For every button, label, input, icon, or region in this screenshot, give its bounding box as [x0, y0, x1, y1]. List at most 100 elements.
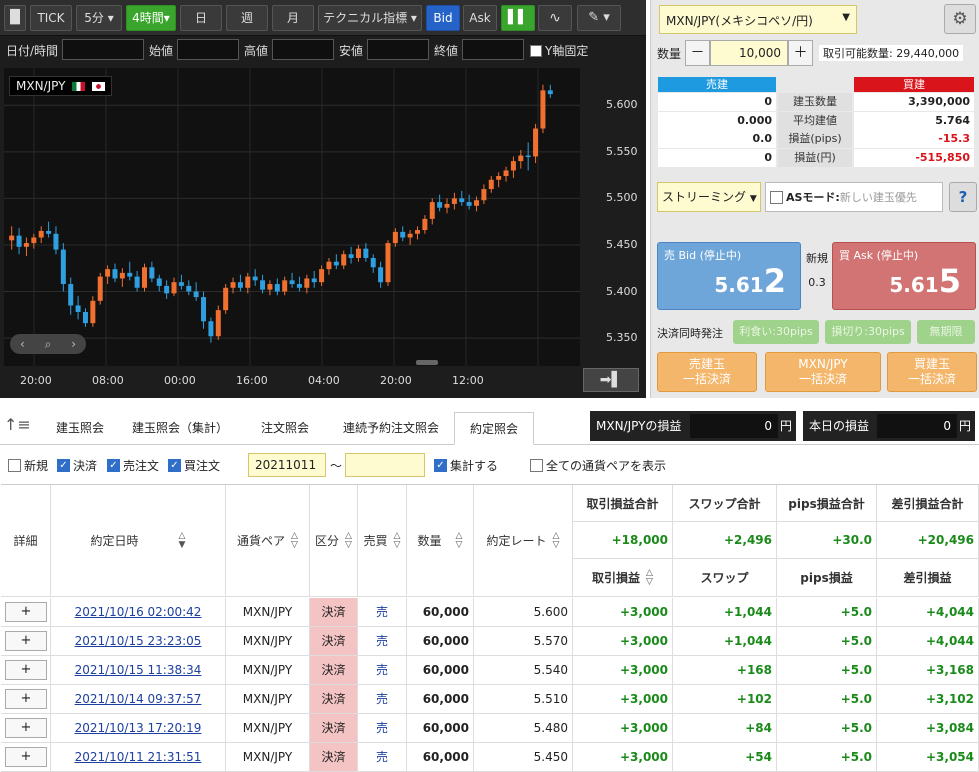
sort-icon[interactable]: △ ▽: [456, 531, 463, 550]
ylock-checkbox-box[interactable]: [530, 44, 542, 57]
expand-detail-button[interactable]: +: [5, 747, 47, 767]
candle-body: [437, 202, 443, 208]
day-button[interactable]: 日: [180, 5, 222, 31]
execution-date-link[interactable]: 2021/10/14 09:37:57: [51, 685, 226, 713]
technical-indicator-select[interactable]: テクニカル指標 ▾: [318, 5, 422, 31]
quantity-label: 数量: [657, 47, 682, 61]
bid-price-box[interactable]: 売 Bid (停止中) 5.612: [657, 242, 801, 310]
interval-5min-select[interactable]: 5分 ▾: [76, 5, 122, 31]
buy-filter-box[interactable]: ✓: [168, 459, 181, 472]
quantity-input[interactable]: 10,000: [710, 40, 788, 66]
gear-icon[interactable]: ⚙: [944, 4, 976, 34]
all-pairs-checkbox[interactable]: 全ての通貨ペアを表示: [530, 457, 666, 474]
stop-loss-button[interactable]: 損切り:30pips: [825, 320, 911, 344]
today-pl-box: 本日の損益 0 円: [803, 411, 975, 441]
aggregate-checkbox[interactable]: ✓ 集計する: [434, 457, 498, 474]
unlimited-button[interactable]: 無期限: [917, 320, 975, 344]
execution-date-link[interactable]: 2021/10/13 17:20:19: [51, 714, 226, 742]
scroll-right-icon[interactable]: ›: [71, 337, 76, 351]
sell-filter-checkbox[interactable]: ✓ 売注文: [107, 457, 159, 474]
candle-body: [415, 230, 420, 234]
interval-4h-select[interactable]: 4時間▾: [126, 5, 176, 31]
as-mode-checkbox[interactable]: [770, 190, 783, 204]
sub-header[interactable]: 取引損益 △ ▽: [573, 559, 673, 597]
pair-select[interactable]: MXN/JPY(メキシコペソ/円) ▼: [659, 5, 857, 34]
zoom-search-icon[interactable]: ⌕: [45, 337, 52, 352]
candle-body: [53, 233, 59, 250]
aggregate-box[interactable]: ✓: [434, 459, 447, 472]
execution-date-link[interactable]: 2021/10/11 21:31:51: [51, 743, 226, 771]
expand-detail-button[interactable]: +: [5, 602, 47, 622]
sell-filter-box[interactable]: ✓: [107, 459, 120, 472]
date-from-input[interactable]: 20211011: [248, 453, 326, 477]
scroll-left-icon[interactable]: ‹: [20, 337, 25, 351]
expand-detail-button[interactable]: +: [5, 631, 47, 651]
execution-date-link[interactable]: 2021/10/15 23:23:05: [51, 627, 226, 655]
scroll-latest-icon[interactable]: ➡▌: [583, 368, 639, 392]
line-chart-icon[interactable]: ∿: [538, 5, 572, 31]
candlestick-plot[interactable]: MXN/JPY ‹ ⌕ ›: [4, 68, 580, 366]
take-profit-button[interactable]: 利食い:30pips: [733, 320, 819, 344]
tab-executions[interactable]: 約定照会: [454, 412, 534, 445]
ask-button[interactable]: Ask: [463, 5, 497, 31]
month-button[interactable]: 月: [272, 5, 314, 31]
quantity-plus-button[interactable]: ＋: [788, 40, 813, 66]
ask-price-box[interactable]: 買 Ask (停止中) 5.615: [832, 242, 976, 310]
sort-icon[interactable]: △ ▽: [553, 531, 560, 550]
draw-tool-icon[interactable]: ✎ ▾: [577, 5, 621, 31]
week-button[interactable]: 週: [226, 5, 268, 31]
bulk-pair-settle-button[interactable]: MXN/JPY 一括決済: [765, 352, 881, 392]
sort-icon[interactable]: △ ▽: [394, 531, 401, 550]
table-row: +2021/10/15 11:38:34 MXN/JPY 決済売 60,000 5.54…: [1, 656, 979, 685]
expand-detail-button[interactable]: +: [5, 689, 47, 709]
expand-detail-button[interactable]: +: [5, 660, 47, 680]
header-pair[interactable]: 通貨ペア △ ▽: [226, 485, 310, 597]
candle-body: [201, 297, 207, 322]
tab-orders[interactable]: 注文照会: [240, 412, 330, 445]
tab-positions-summary[interactable]: 建玉照会（集計）: [124, 412, 236, 445]
new-filter-box[interactable]: [8, 459, 21, 472]
buy-filter-checkbox[interactable]: ✓ 買注文: [168, 457, 220, 474]
sort-list-icon[interactable]: ↑≡: [4, 415, 31, 434]
candle-type-icon[interactable]: ▐▌: [4, 5, 26, 31]
tab-positions[interactable]: 建玉照会: [40, 412, 120, 445]
header-rate[interactable]: 約定レート △ ▽: [474, 485, 573, 597]
execution-date-link[interactable]: 2021/10/15 11:38:34: [51, 656, 226, 684]
pair-cell: MXN/JPY: [226, 627, 310, 655]
pips-cell: +5.0: [777, 685, 877, 713]
pair-pl-unit: 円: [779, 419, 792, 433]
header-side[interactable]: 売買 △ ▽: [358, 485, 407, 597]
type-cell: 決済: [310, 656, 358, 684]
header-qty[interactable]: 数量 △ ▽: [407, 485, 474, 597]
tab-continuous-orders[interactable]: 連続予約注文照会: [334, 412, 448, 445]
candle-body: [533, 128, 539, 157]
settle-filter-checkbox[interactable]: ✓ 決済: [57, 457, 97, 474]
tick-button[interactable]: TICK: [30, 5, 72, 31]
header-qty-label: 数量: [417, 534, 442, 548]
bulk-sell-settle-button[interactable]: 売建玉 一括決済: [657, 352, 757, 392]
as-mode-toggle[interactable]: ASモード: 新しい建玉優先: [765, 182, 943, 212]
settle-filter-box[interactable]: ✓: [57, 459, 70, 472]
help-icon[interactable]: ?: [949, 182, 977, 212]
chart-scrollbar-thumb[interactable]: [416, 360, 438, 365]
expand-detail-button[interactable]: +: [5, 718, 47, 738]
candlestick-icon[interactable]: ▌▌: [501, 5, 535, 31]
sort-icon[interactable]: △ ▽: [291, 531, 298, 550]
sort-icon[interactable]: △ ▼: [179, 531, 186, 550]
date-to-input[interactable]: [345, 453, 425, 477]
sort-icon[interactable]: △ ▽: [345, 531, 352, 550]
quantity-minus-button[interactable]: －: [685, 40, 710, 66]
candle-body: [260, 280, 266, 290]
sort-icon[interactable]: △ ▽: [646, 568, 653, 587]
bid-button[interactable]: Bid: [426, 5, 460, 31]
detail-cell: +: [1, 743, 51, 771]
header-type[interactable]: 区分 △ ▽: [310, 485, 358, 597]
ylock-checkbox[interactable]: Y軸固定: [530, 42, 588, 59]
execution-date-link[interactable]: 2021/10/16 02:00:42: [51, 598, 226, 626]
bulk-buy-settle-button[interactable]: 買建玉 一括決済: [887, 352, 977, 392]
all-pairs-box[interactable]: [530, 459, 543, 472]
streaming-select[interactable]: ストリーミング ▼: [657, 182, 761, 212]
candle-body: [348, 254, 354, 258]
new-filter-checkbox[interactable]: 新規: [8, 457, 48, 474]
header-date[interactable]: 約定日時 △ ▼: [51, 485, 226, 597]
